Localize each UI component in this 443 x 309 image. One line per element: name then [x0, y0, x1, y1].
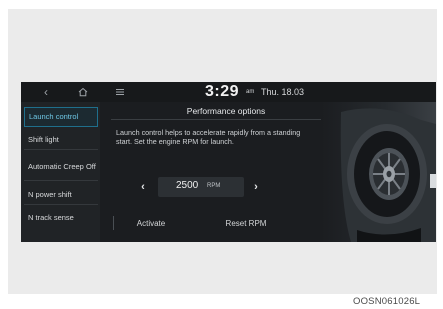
- rpm-value: 2500: [176, 180, 199, 191]
- sidebar: Launch control Shift light Automatic Cre…: [21, 102, 100, 242]
- back-arrow-icon[interactable]: ‹: [39, 84, 53, 100]
- sidebar-item-n-power-shift[interactable]: N power shift: [24, 189, 98, 205]
- clock-ampm: am: [246, 89, 255, 95]
- divider: [111, 119, 341, 120]
- reset-rpm-button[interactable]: Reset RPM: [216, 216, 276, 232]
- divider: [24, 180, 98, 181]
- sidebar-item-shift-light[interactable]: Shift light: [24, 134, 98, 150]
- car-wheel-illustration: [321, 102, 436, 242]
- divider: [24, 204, 98, 205]
- sidebar-item-label: Shift light: [28, 135, 59, 144]
- sidebar-item-n-track-sense[interactable]: N track sense: [24, 212, 98, 224]
- increase-rpm-button[interactable]: ›: [249, 180, 263, 194]
- headlight-strip: [430, 174, 436, 188]
- sidebar-item-label: N power shift: [28, 190, 72, 199]
- sidebar-item-label: Automatic Creep Off: [28, 162, 96, 171]
- infotainment-screen: ‹ 3:29 am Thu. 18.03 Launch control Shif…: [21, 82, 436, 242]
- divider: [24, 149, 98, 150]
- page-title: Performance options: [186, 106, 266, 116]
- home-icon[interactable]: [76, 84, 90, 100]
- rpm-display: 2500 RPM: [158, 177, 244, 197]
- wheel-graphic: [340, 108, 436, 242]
- sidebar-item-label: Launch control: [29, 112, 79, 121]
- status-bar: ‹ 3:29 am Thu. 18.03: [21, 82, 436, 102]
- menu-icon[interactable]: [113, 84, 127, 100]
- sidebar-item-launch-control[interactable]: Launch control: [24, 107, 98, 127]
- chevron-right-icon: ›: [254, 181, 258, 193]
- chevron-left-icon: ‹: [141, 181, 145, 193]
- decrease-rpm-button[interactable]: ‹: [136, 180, 150, 194]
- divider: [113, 216, 114, 230]
- description-text: Launch control helps to accelerate rapid…: [116, 128, 301, 146]
- sidebar-item-label: N track sense: [28, 213, 74, 222]
- rpm-unit: RPM: [207, 183, 221, 189]
- clock-time: 3:29: [205, 83, 240, 100]
- activate-button[interactable]: Activate: [121, 216, 181, 232]
- figure-code: OOSN061026L: [353, 296, 421, 307]
- date-text: Thu. 18.03: [261, 87, 305, 97]
- sidebar-item-automatic-creep-off[interactable]: Automatic Creep Off: [24, 157, 98, 181]
